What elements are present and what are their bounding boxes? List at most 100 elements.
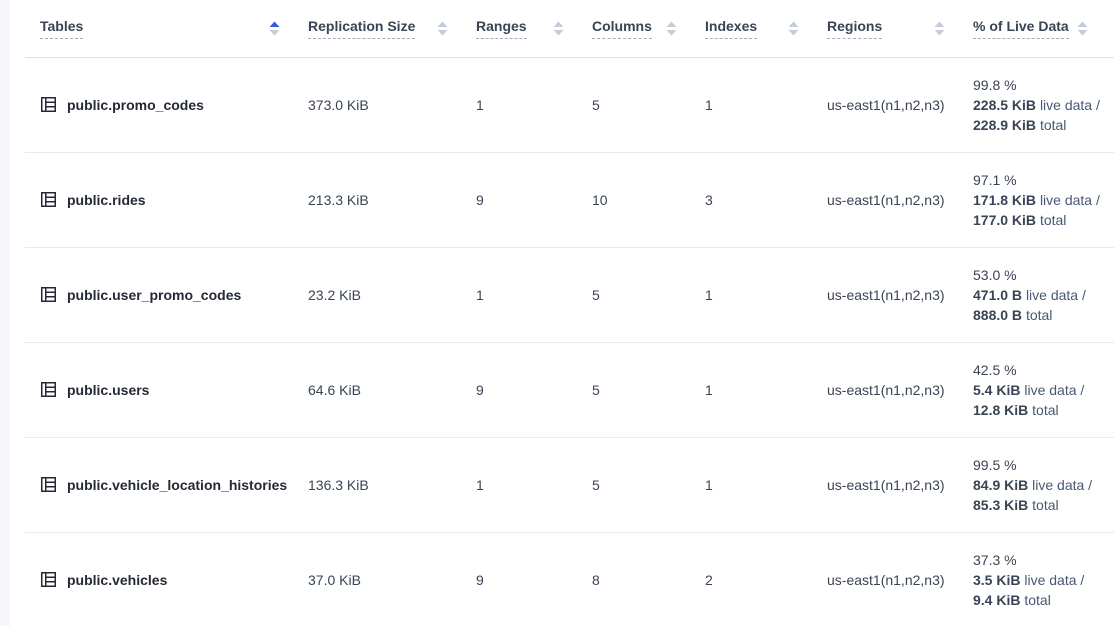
replication-size-cell: 213.3 KiB [308, 152, 476, 247]
table-icon [40, 381, 57, 398]
table-icon [40, 191, 57, 208]
live-data-cell: 53.0 % 471.0 B live data / 888.0 B total [973, 247, 1114, 342]
column-header-indexes-label: Indexes [705, 18, 757, 39]
replication-size-cell: 136.3 KiB [308, 437, 476, 532]
live-data-size-line: 5.4 KiB live data / [973, 380, 1114, 400]
replication-size-cell: 373.0 KiB [308, 57, 476, 152]
table-name-link[interactable]: public.rides [67, 192, 146, 208]
indexes-cell: 2 [705, 532, 827, 626]
table-name-link[interactable]: public.user_promo_codes [67, 287, 241, 303]
sort-icon[interactable] [1077, 21, 1088, 36]
live-data-cell: 99.8 % 228.5 KiB live data / 228.9 KiB t… [973, 57, 1114, 152]
indexes-cell: 1 [705, 437, 827, 532]
regions-cell: us-east1(n1,n2,n3) [827, 152, 973, 247]
indexes-cell: 1 [705, 57, 827, 152]
total-size-line: 9.4 KiB total [973, 590, 1114, 610]
ranges-cell: 9 [476, 532, 592, 626]
table-row: public.vehicle_location_histories 136.3 … [25, 437, 1114, 532]
live-data-percent: 42.5 % [973, 360, 1114, 380]
table-row: public.vehicles 37.0 KiB 9 8 2 us-east1(… [25, 532, 1114, 626]
column-header-columns-label: Columns [592, 18, 652, 39]
regions-cell: us-east1(n1,n2,n3) [827, 532, 973, 626]
column-header-indexes[interactable]: Indexes [705, 18, 827, 39]
column-header-tables-label: Tables [40, 18, 83, 39]
regions-cell: us-east1(n1,n2,n3) [827, 247, 973, 342]
live-data-cell: 37.3 % 3.5 KiB live data / 9.4 KiB total [973, 532, 1114, 626]
column-header-replication-size-label: Replication Size [308, 18, 415, 39]
table-row: public.rides 213.3 KiB 9 10 3 us-east1(n… [25, 152, 1114, 247]
sort-icon[interactable] [437, 21, 448, 36]
ranges-cell: 9 [476, 152, 592, 247]
column-header-tables[interactable]: Tables [40, 18, 308, 39]
sort-icon[interactable] [553, 21, 564, 36]
live-data-percent: 37.3 % [973, 550, 1114, 570]
live-data-size-line: 228.5 KiB live data / [973, 95, 1114, 115]
total-size-line: 12.8 KiB total [973, 400, 1114, 420]
replication-size-cell: 37.0 KiB [308, 532, 476, 626]
column-header-live-data[interactable]: % of Live Data [973, 18, 1114, 39]
header-row: Tables Replication Size Ranges [25, 0, 1114, 57]
table-name-link[interactable]: public.users [67, 382, 149, 398]
table-row: public.promo_codes 373.0 KiB 1 5 1 us-ea… [25, 57, 1114, 152]
total-size-line: 888.0 B total [973, 305, 1114, 325]
sort-icon[interactable] [788, 21, 799, 36]
columns-cell: 5 [592, 437, 705, 532]
live-data-cell: 42.5 % 5.4 KiB live data / 12.8 KiB tota… [973, 342, 1114, 437]
ranges-cell: 1 [476, 437, 592, 532]
ranges-cell: 1 [476, 247, 592, 342]
columns-cell: 5 [592, 247, 705, 342]
table-row: public.user_promo_codes 23.2 KiB 1 5 1 u… [25, 247, 1114, 342]
column-header-replication-size[interactable]: Replication Size [308, 18, 476, 39]
column-header-regions-label: Regions [827, 18, 882, 39]
column-header-columns[interactable]: Columns [592, 18, 705, 39]
table-body: public.promo_codes 373.0 KiB 1 5 1 us-ea… [25, 57, 1114, 626]
indexes-cell: 1 [705, 342, 827, 437]
live-data-percent: 97.1 % [973, 170, 1114, 190]
regions-cell: us-east1(n1,n2,n3) [827, 342, 973, 437]
column-header-regions[interactable]: Regions [827, 18, 973, 39]
live-data-size-line: 171.8 KiB live data / [973, 190, 1114, 210]
database-tables-table: Tables Replication Size Ranges [25, 0, 1114, 626]
live-data-percent: 99.8 % [973, 75, 1114, 95]
page-left-gutter [0, 0, 10, 626]
table-name-link[interactable]: public.vehicles [67, 572, 167, 588]
table-name-cell: public.user_promo_codes [25, 247, 308, 342]
total-size-line: 85.3 KiB total [973, 495, 1114, 515]
table-icon [40, 286, 57, 303]
indexes-cell: 3 [705, 152, 827, 247]
columns-cell: 10 [592, 152, 705, 247]
table-name-cell: public.promo_codes [25, 57, 308, 152]
indexes-cell: 1 [705, 247, 827, 342]
total-size-line: 228.9 KiB total [973, 115, 1114, 135]
column-header-ranges-label: Ranges [476, 18, 527, 39]
replication-size-cell: 23.2 KiB [308, 247, 476, 342]
column-header-live-data-label: % of Live Data [973, 18, 1069, 39]
sort-icon[interactable] [269, 21, 280, 36]
table-icon [40, 571, 57, 588]
table-name-cell: public.vehicles [25, 532, 308, 626]
columns-cell: 5 [592, 57, 705, 152]
live-data-cell: 97.1 % 171.8 KiB live data / 177.0 KiB t… [973, 152, 1114, 247]
total-size-line: 177.0 KiB total [973, 210, 1114, 230]
ranges-cell: 1 [476, 57, 592, 152]
live-data-percent: 53.0 % [973, 265, 1114, 285]
columns-cell: 8 [592, 532, 705, 626]
column-header-ranges[interactable]: Ranges [476, 18, 592, 39]
regions-cell: us-east1(n1,n2,n3) [827, 437, 973, 532]
live-data-cell: 99.5 % 84.9 KiB live data / 85.3 KiB tot… [973, 437, 1114, 532]
regions-cell: us-east1(n1,n2,n3) [827, 57, 973, 152]
table-name-cell: public.users [25, 342, 308, 437]
sort-icon[interactable] [934, 21, 945, 36]
sort-icon[interactable] [666, 21, 677, 36]
table-header: Tables Replication Size Ranges [25, 0, 1114, 57]
ranges-cell: 9 [476, 342, 592, 437]
table-name-link[interactable]: public.promo_codes [67, 97, 204, 113]
table-name-link[interactable]: public.vehicle_location_histories [67, 477, 287, 493]
table-row: public.users 64.6 KiB 9 5 1 us-east1(n1,… [25, 342, 1114, 437]
table-icon [40, 96, 57, 113]
columns-cell: 5 [592, 342, 705, 437]
replication-size-cell: 64.6 KiB [308, 342, 476, 437]
live-data-percent: 99.5 % [973, 455, 1114, 475]
live-data-size-line: 471.0 B live data / [973, 285, 1114, 305]
table-name-cell: public.vehicle_location_histories [25, 437, 308, 532]
